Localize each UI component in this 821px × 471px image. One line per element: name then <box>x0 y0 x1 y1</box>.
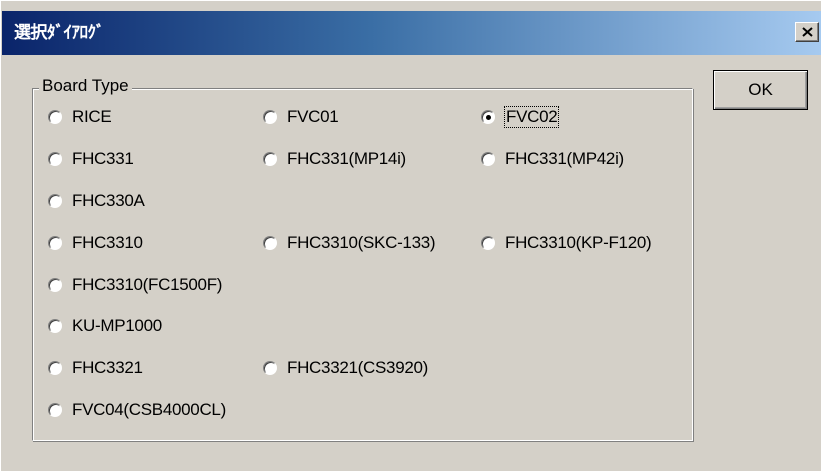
radio-label: FHC330A <box>72 191 145 210</box>
radio-label: FHC331(MP42i) <box>505 149 624 168</box>
radio-rice[interactable]: RICE <box>48 106 112 128</box>
radio-fhc330a[interactable]: FHC330A <box>48 190 145 212</box>
radio-button[interactable] <box>263 152 277 166</box>
radio-button[interactable] <box>48 152 62 166</box>
ok-button[interactable]: OK <box>713 70 808 110</box>
radio-fhc3321[interactable]: FHC3321 <box>48 357 143 379</box>
radio-label: FVC04(CSB4000CL) <box>72 400 226 419</box>
close-icon <box>802 27 813 37</box>
radio-button[interactable] <box>48 236 62 250</box>
radio-label: FVC01 <box>287 107 339 126</box>
radio-label: FHC331(MP14i) <box>287 149 406 168</box>
radio-label: RICE <box>72 107 112 126</box>
radio-button[interactable] <box>48 403 62 417</box>
radio-fvc01[interactable]: FVC01 <box>263 106 339 128</box>
group-label: Board Type <box>39 76 132 96</box>
radio-label: FHC3321(CS3920) <box>287 358 429 377</box>
board-type-group <box>32 88 693 441</box>
radio-fhc331[interactable]: FHC331 <box>48 148 134 170</box>
radio-fhc3310[interactable]: FHC3310 <box>48 232 143 254</box>
radio-label: KU-MP1000 <box>72 316 162 335</box>
radio-button[interactable] <box>48 110 62 124</box>
radio-label: FHC3310(FC1500F) <box>72 275 223 294</box>
radio-button[interactable] <box>48 319 62 333</box>
radio-fhc3310-kp-f120[interactable]: FHC3310(KP-F120) <box>481 232 652 254</box>
radio-ku-mp1000[interactable]: KU-MP1000 <box>48 315 162 337</box>
close-button[interactable] <box>795 22 819 42</box>
radio-button[interactable] <box>263 361 277 375</box>
radio-fhc331-mp14i[interactable]: FHC331(MP14i) <box>263 148 406 170</box>
radio-dot-icon <box>486 115 491 120</box>
radio-button[interactable] <box>48 194 62 208</box>
radio-button[interactable] <box>48 361 62 375</box>
radio-button[interactable] <box>263 110 277 124</box>
radio-label: FHC3310(KP-F120) <box>505 233 652 252</box>
radio-button-selected[interactable] <box>481 110 495 124</box>
dialog-title: 選択ﾀﾞｲｱﾛｸﾞ <box>14 23 105 43</box>
radio-fvc04-csb4000cl[interactable]: FVC04(CSB4000CL) <box>48 399 226 421</box>
radio-fhc331-mp42i[interactable]: FHC331(MP42i) <box>481 148 624 170</box>
radio-fhc3310-fc1500f[interactable]: FHC3310(FC1500F) <box>48 274 222 296</box>
radio-label: FHC331 <box>72 149 134 168</box>
radio-fvc02[interactable]: FVC02 <box>481 106 560 128</box>
radio-fhc3310-skc-133[interactable]: FHC3310(SKC-133) <box>263 232 436 254</box>
radio-button[interactable] <box>481 152 495 166</box>
radio-label: FVC02 <box>503 106 560 128</box>
selection-dialog: 選択ﾀﾞｲｱﾛｸﾞ Board Type RICE FVC01 FVC02 FH… <box>0 0 821 471</box>
title-bar[interactable]: 選択ﾀﾞｲｱﾛｸﾞ <box>2 11 821 55</box>
radio-button[interactable] <box>263 236 277 250</box>
radio-button[interactable] <box>481 236 495 250</box>
radio-label: FHC3310(SKC-133) <box>287 233 436 252</box>
radio-fhc3321-cs3920[interactable]: FHC3321(CS3920) <box>263 357 428 379</box>
radio-label: FHC3310 <box>72 233 143 252</box>
radio-label: FHC3321 <box>72 358 143 377</box>
radio-button[interactable] <box>48 278 62 292</box>
